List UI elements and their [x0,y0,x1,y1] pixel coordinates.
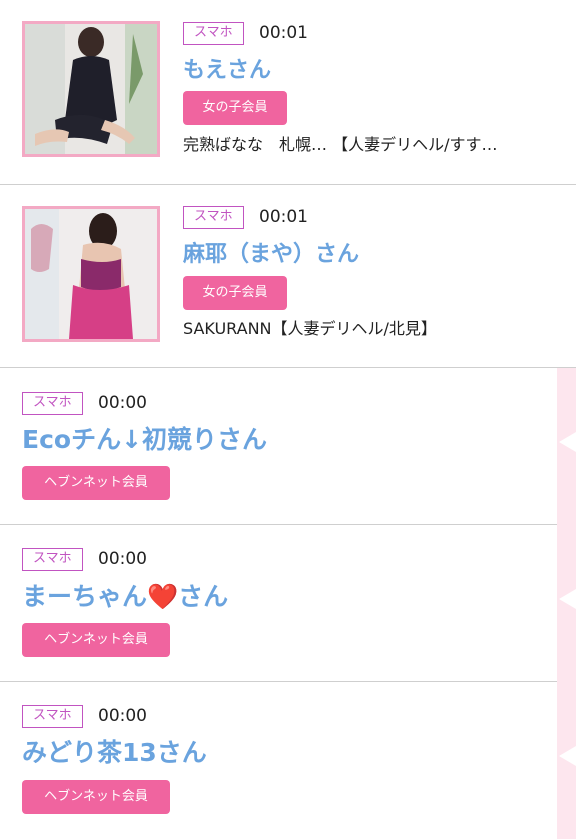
girl-photo[interactable] [22,21,160,157]
member-type-badge: ヘブンネット会員 [22,780,170,814]
post-time: 00:01 [259,23,308,43]
member-type-badge: ヘブンネット会員 [22,466,170,500]
list-item[interactable]: スマホ 00:01 麻耶（まや）さん 女の子会員 SAKURANN【人妻デリヘル… [0,185,576,368]
user-name[interactable]: もえさん [183,57,271,85]
device-badge: スマホ [22,705,83,728]
device-badge: スマホ [22,392,83,415]
device-badge: スマホ [183,22,244,45]
post-time: 00:00 [98,706,147,726]
speech-notch [559,432,576,452]
speech-notch [559,746,576,766]
user-name[interactable]: Ecoチん↓初競りさん [22,426,267,454]
member-type-badge: ヘブンネット会員 [22,623,170,657]
device-badge: スマホ [183,206,244,229]
member-type-badge: 女の子会員 [183,91,287,125]
list-item[interactable]: スマホ 00:00 まーちゃん❤️さん ヘブンネット会員 [0,525,557,682]
user-name[interactable]: まーちゃん❤️さん [22,583,228,611]
list-item[interactable]: スマホ 00:00 Ecoチん↓初競りさん ヘブンネット会員 [0,368,557,525]
post-time: 00:00 [98,549,147,569]
photo-image [25,209,157,339]
post-time: 00:01 [259,207,308,227]
shop-link[interactable]: 完熟ばなな 札幌… 【人妻デリヘル/すす… [183,135,497,155]
photo-image [25,24,157,154]
girl-photo[interactable] [22,206,160,342]
user-name[interactable]: みどり茶13さん [22,739,207,767]
user-name[interactable]: 麻耶（まや）さん [183,241,359,269]
post-list: スマホ 00:01 もえさん 女の子会員 完熟ばなな 札幌… 【人妻デリヘル/す… [0,0,576,839]
list-item[interactable]: スマホ 00:00 みどり茶13さん ヘブンネット会員 [0,682,557,839]
post-time: 00:00 [98,393,147,413]
list-item[interactable]: スマホ 00:01 もえさん 女の子会員 完熟ばなな 札幌… 【人妻デリヘル/す… [0,0,576,185]
speech-notch [559,589,576,609]
shop-link[interactable]: SAKURANN【人妻デリヘル/北見】 [183,319,437,339]
member-type-badge: 女の子会員 [183,276,287,310]
device-badge: スマホ [22,548,83,571]
